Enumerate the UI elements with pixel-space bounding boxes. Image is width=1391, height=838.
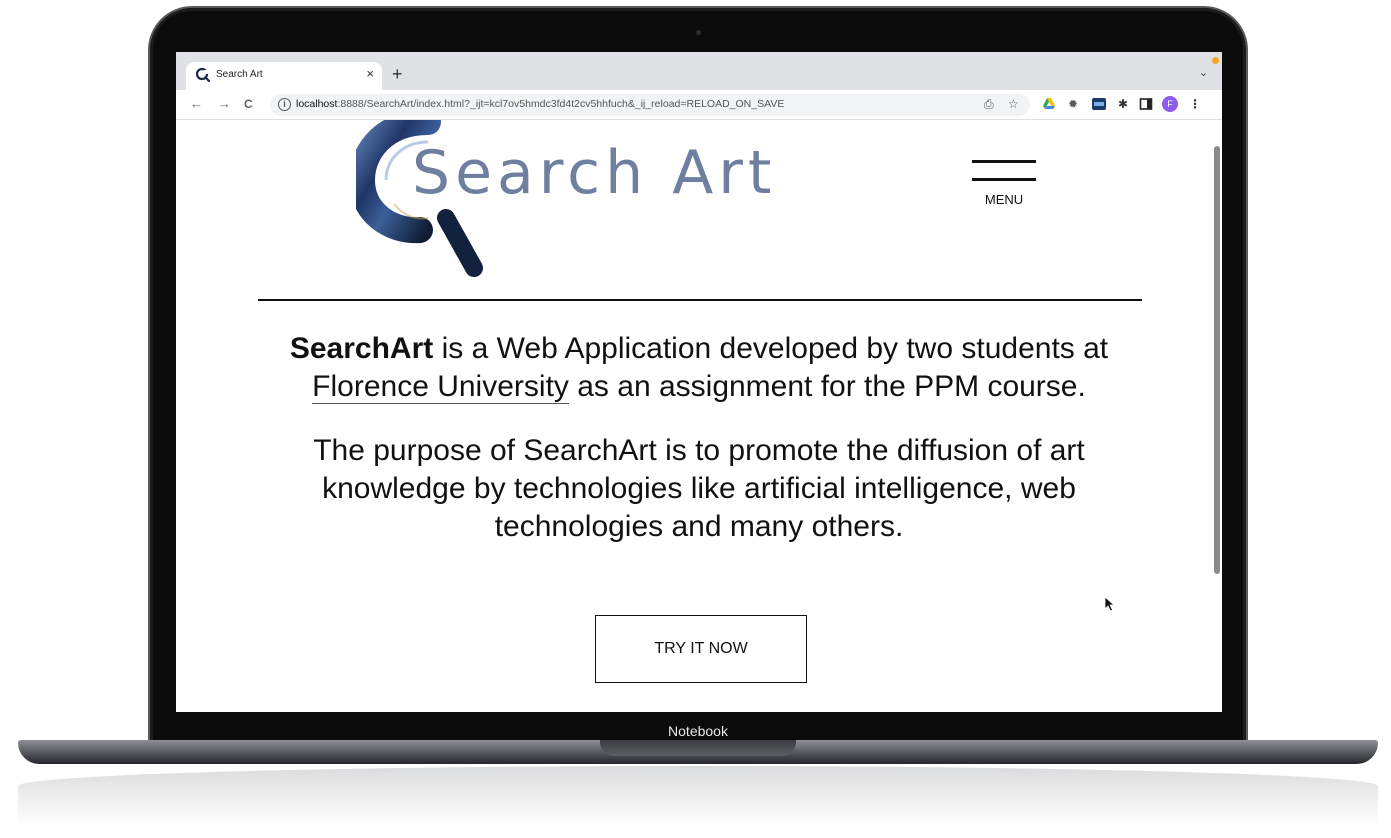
browser-tabstrip: Search Art × + ⌄ <box>176 52 1222 90</box>
back-icon[interactable]: ← <box>190 96 203 111</box>
google-drive-icon[interactable] <box>1042 97 1056 111</box>
purpose-paragraph: The purpose of SearchArt is to promote t… <box>313 434 1085 543</box>
update-indicator <box>1212 57 1219 64</box>
mouse-cursor-icon <box>1104 596 1116 612</box>
intro-text-2: as an assignment for the PPM course. <box>568 370 1086 403</box>
scrollbar-thumb[interactable] <box>1214 146 1220 574</box>
forward-icon[interactable]: → <box>218 96 231 111</box>
webcam <box>696 30 701 35</box>
laptop-reflection <box>18 766 1378 826</box>
intro-paragraph: SearchArt is a Web Application developed… <box>236 330 1162 406</box>
hamburger-line-bottom <box>972 178 1036 181</box>
brand-name: SearchArt <box>289 332 434 365</box>
chevron-down-icon[interactable]: ⌄ <box>1199 66 1208 79</box>
url-rest: :8888/SearchArt/index.html?_ijt=kcl7ov5h… <box>337 98 785 110</box>
extensions-area: ✹ ✱ F ⋮ <box>1042 96 1212 113</box>
intro-text-1: is a Web Application developed by two st… <box>433 332 1109 365</box>
site-info-icon[interactable]: i <box>278 98 291 111</box>
menu-label: MENU <box>984 192 1024 207</box>
arc-extension-icon[interactable] <box>1092 97 1106 111</box>
menu-button[interactable]: MENU <box>970 160 1038 212</box>
header-divider <box>258 299 1142 301</box>
page-scrollbar[interactable] <box>1212 120 1220 712</box>
bezel-label: Notebook <box>668 723 728 739</box>
browser-tab[interactable]: Search Art × <box>186 62 382 90</box>
bookmark-star-icon[interactable]: ☆ <box>1008 97 1019 111</box>
side-panel-icon[interactable] <box>1139 97 1153 111</box>
address-bar[interactable]: i localhost:8888/SearchArt/index.html?_i… <box>270 94 1030 116</box>
try-it-now-button[interactable]: TRY IT NOW <box>595 615 807 683</box>
browser-toolbar: ← → C i localhost:8888/SearchArt/index.h… <box>176 90 1222 120</box>
florence-university-link[interactable]: Florence University <box>312 370 569 404</box>
new-tab-icon[interactable]: + <box>392 65 403 83</box>
url-host: localhost <box>296 98 338 110</box>
gear-extension-icon[interactable]: ✹ <box>1066 97 1080 111</box>
logo-text: Search Art <box>412 138 777 208</box>
puzzle-extensions-icon[interactable]: ✱ <box>1116 97 1130 111</box>
hamburger-line-top <box>972 160 1036 163</box>
profile-avatar[interactable]: F <box>1162 96 1178 112</box>
url-text[interactable]: localhost:8888/SearchArt/index.html?_ijt… <box>296 98 784 110</box>
reload-icon[interactable]: C <box>244 97 253 111</box>
close-tab-icon[interactable]: × <box>366 66 374 81</box>
share-icon[interactable]: ⎙ <box>984 97 994 112</box>
web-page: Search Art MENU SearchArt is a Web Appli… <box>176 120 1222 712</box>
tab-title: Search Art <box>216 69 263 80</box>
screen: Search Art × + ⌄ ← → C i localhost:8888/… <box>176 52 1222 712</box>
laptop-notch <box>600 740 796 756</box>
kebab-menu-icon[interactable]: ⋮ <box>1188 97 1202 111</box>
search-art-favicon-icon <box>195 67 211 83</box>
